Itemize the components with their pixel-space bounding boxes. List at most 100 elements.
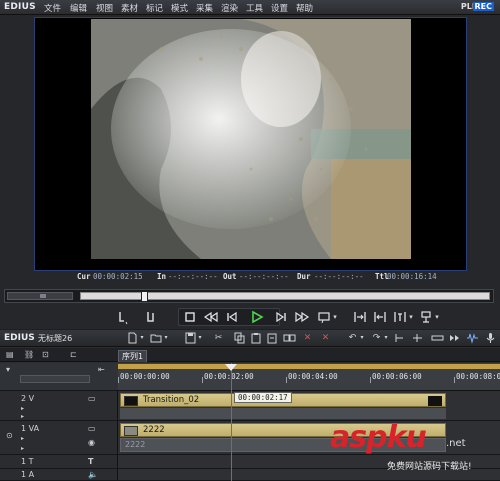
timeline-toolbar: ▾ ▾ ▾ ✂ ✕ ✕ ↶ ▾ ↷ ▾ xyxy=(0,330,500,347)
track-header-2v: 2 V ▭ ▸ ▸ xyxy=(0,391,118,421)
sync-lock-icon[interactable]: ⊡ xyxy=(42,350,49,359)
expand-track-icon[interactable]: ▸ xyxy=(21,435,24,442)
cut-icon[interactable]: ✂ xyxy=(212,332,225,344)
track-mode-icon[interactable]: ▤ xyxy=(6,350,14,359)
copy-icon[interactable] xyxy=(233,332,246,344)
shuttle-slider[interactable] xyxy=(7,292,73,300)
position-slider-track[interactable] xyxy=(80,291,490,302)
undo-dropdown-icon[interactable]: ▾ xyxy=(358,332,366,344)
razor-icon[interactable] xyxy=(411,332,424,344)
timeline-ruler[interactable]: 00:00:00:00 00:00:02:00 00:00:04:00 00:0… xyxy=(118,363,500,391)
timeline-scale-icon[interactable]: ⇤ xyxy=(98,365,105,374)
export-icon[interactable] xyxy=(418,309,434,325)
menu-edit[interactable]: 编辑 xyxy=(70,2,87,14)
rec-mode-button[interactable]: REC xyxy=(472,2,494,11)
menu-help[interactable]: 帮助 xyxy=(296,2,313,14)
insert-icon[interactable] xyxy=(352,309,368,325)
set-in-icon[interactable] xyxy=(116,309,130,325)
menu-capture[interactable]: 采集 xyxy=(196,2,213,14)
cur-timecode: 00:00:02:15 xyxy=(93,272,143,281)
sync-icon[interactable] xyxy=(431,332,444,344)
expand-all-icon[interactable]: ▾ xyxy=(6,365,10,374)
open-dropdown-icon[interactable]: ▾ xyxy=(162,332,170,344)
preview-monitor: Cur 00:00:02:15 In --:--:--:-- Out --:--… xyxy=(34,17,467,281)
link-icon[interactable]: ⛓ xyxy=(24,350,34,359)
in-timecode: --:--:--:-- xyxy=(168,272,218,281)
expand-track-icon[interactable]: ▸ xyxy=(21,413,24,420)
save-dropdown-icon[interactable]: ▾ xyxy=(196,332,204,344)
track-header-1va: ⊙ 1 VA ▭ ◉ ▸ ▸ xyxy=(0,421,118,455)
menu-view[interactable]: 视图 xyxy=(96,2,113,14)
menu-settings[interactable]: 设置 xyxy=(271,2,288,14)
rewind-icon[interactable] xyxy=(203,309,219,325)
step-forward-icon[interactable] xyxy=(274,309,288,325)
menu-tools[interactable]: 工具 xyxy=(246,2,263,14)
step-back-icon[interactable] xyxy=(225,309,239,325)
video-mute-icon[interactable]: ▭ xyxy=(88,394,96,403)
ruler-tick xyxy=(454,377,455,383)
redo-dropdown-icon[interactable]: ▾ xyxy=(382,332,390,344)
menu-marker[interactable]: 标记 xyxy=(146,2,163,14)
tab-sequence-1[interactable]: 序列1 xyxy=(118,350,148,362)
playhead-handle[interactable] xyxy=(225,364,237,371)
replace-icon[interactable] xyxy=(392,309,408,325)
clip-thumbnail xyxy=(124,396,138,406)
replace-dropdown-icon[interactable]: ▾ xyxy=(407,309,415,325)
app-logo: EDIUS xyxy=(4,2,36,12)
shuttle-grip[interactable] xyxy=(40,294,46,298)
set-in-timeline-icon[interactable] xyxy=(393,332,406,344)
audio-clip-name: 2222 xyxy=(125,440,146,449)
ttl-timecode: 00:00:16:14 xyxy=(387,272,437,281)
menu-clip[interactable]: 素材 xyxy=(121,2,138,14)
waveform-icon[interactable] xyxy=(466,332,479,344)
track-lock-icon[interactable]: ⊙ xyxy=(6,431,13,440)
speaker-icon[interactable]: 🔈 xyxy=(88,470,98,479)
track-name-1va: 1 VA xyxy=(21,424,40,433)
menu-file[interactable]: 文件 xyxy=(44,2,61,14)
set-out-icon[interactable] xyxy=(144,309,158,325)
track-name-2v: 2 V xyxy=(21,394,35,403)
ripple-delete-icon[interactable]: ✕ xyxy=(319,332,332,344)
audio-mute-icon[interactable]: ◉ xyxy=(88,438,95,447)
playhead-line[interactable] xyxy=(231,363,232,481)
marker-strip[interactable] xyxy=(118,364,500,369)
loop-dropdown-icon[interactable]: ▾ xyxy=(331,309,339,325)
watermark-caption: 免费网站源码下载站! xyxy=(387,462,472,472)
stop-icon[interactable] xyxy=(183,309,197,325)
microphone-icon[interactable] xyxy=(484,332,497,344)
track-header-1a: 1 A 🔈 xyxy=(0,469,118,481)
group-icon[interactable] xyxy=(283,332,296,344)
menu-render[interactable]: 渲染 xyxy=(221,2,238,14)
dur-timecode: --:--:--:-- xyxy=(314,272,364,281)
cur-label: Cur xyxy=(77,272,91,281)
preview-video-frame xyxy=(91,19,411,259)
position-slider-handle[interactable] xyxy=(141,291,148,302)
snap-icon[interactable]: ⊏ xyxy=(70,350,77,359)
fast-forward-icon[interactable] xyxy=(294,309,310,325)
render-icon[interactable] xyxy=(448,332,461,344)
export-dropdown-icon[interactable]: ▾ xyxy=(433,309,441,325)
clip-name: 2222 xyxy=(143,425,165,435)
menu-mode[interactable]: 模式 xyxy=(171,2,188,14)
playhead-tooltip: 00:00:02:17 xyxy=(234,392,292,403)
zoom-slider[interactable] xyxy=(20,375,90,383)
out-label: Out xyxy=(223,272,237,281)
video-mute-icon[interactable]: ▭ xyxy=(88,424,96,433)
player-window: EDIUS 文件 编辑 视图 素材 标记 模式 采集 渲染 工具 设置 帮助 P… xyxy=(0,0,500,329)
watermark-logo: aspku xyxy=(330,420,427,455)
paste-icon[interactable] xyxy=(250,332,263,344)
delete-icon[interactable]: ✕ xyxy=(301,332,314,344)
expand-track-icon[interactable]: ▸ xyxy=(21,445,24,452)
sequence-tab-bar: ▤ ⛓ ⊡ ⊏ 序列1 xyxy=(0,348,500,362)
track-header-1t: 1 T T xyxy=(0,455,118,469)
paste-to-cursor-icon[interactable] xyxy=(266,332,279,344)
loop-icon[interactable] xyxy=(317,309,331,325)
overwrite-icon[interactable] xyxy=(372,309,388,325)
menu-bar: EDIUS 文件 编辑 视图 素材 标记 模式 采集 渲染 工具 设置 帮助 P… xyxy=(0,0,500,15)
title-track-icon[interactable]: T xyxy=(88,457,93,466)
track-header-top: ▾ ⇤ xyxy=(0,363,118,391)
scrub-bar xyxy=(4,289,494,303)
expand-track-icon[interactable]: ▸ xyxy=(21,405,24,412)
new-dropdown-icon[interactable]: ▾ xyxy=(138,332,146,344)
play-icon[interactable] xyxy=(250,309,264,325)
